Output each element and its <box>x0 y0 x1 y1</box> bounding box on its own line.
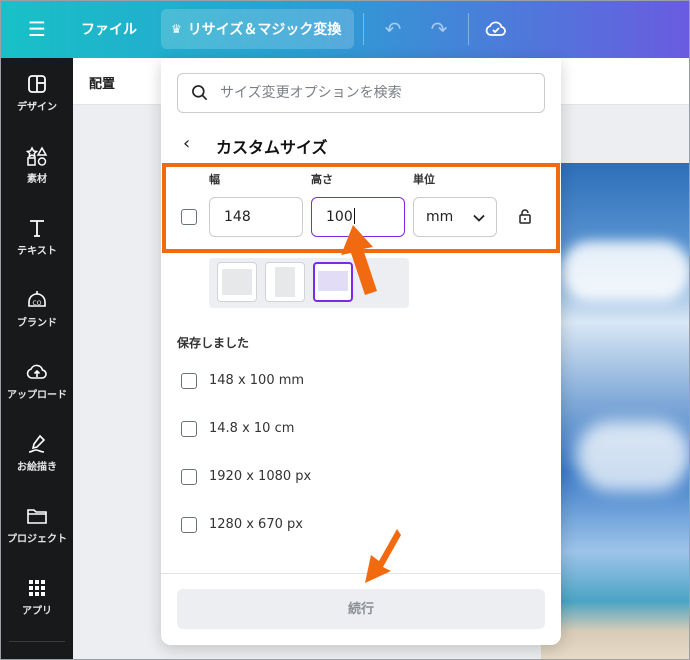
search-input[interactable] <box>220 85 540 101</box>
resize-magic-label: リサイズ＆マジック変換 <box>187 22 342 38</box>
list-item[interactable]: 148 x 100 mm <box>181 371 481 391</box>
file-menu-button[interactable]: ファイル <box>81 19 137 39</box>
panel-title: カスタムサイズ <box>216 138 328 157</box>
list-item[interactable]: 1280 x 670 px <box>181 515 481 535</box>
sidebar-item-label: お絵描き <box>17 462 57 473</box>
sidebar-item-apps[interactable]: アプリ <box>1 576 73 636</box>
sidebar-item-label: ブランド <box>17 318 57 329</box>
sidebar: デザイン 素材 テキスト CO ブランド アップロード お絵描き プロジェクト <box>1 58 73 659</box>
sidebar-item-label: デザイン <box>17 102 57 113</box>
preset-landscape[interactable] <box>217 262 257 302</box>
design-icon <box>28 75 46 93</box>
custom-size-checkbox[interactable] <box>181 209 197 225</box>
saved-size-checkbox[interactable] <box>181 373 197 389</box>
text-caret <box>353 208 355 224</box>
sidebar-divider <box>9 641 65 642</box>
apps-icon <box>29 580 45 596</box>
search-icon <box>192 85 208 101</box>
upload-icon <box>26 364 47 379</box>
crown-icon: ♛ <box>171 22 182 36</box>
unit-value: mm <box>426 209 454 225</box>
redo-icon[interactable]: ↷ <box>425 15 453 43</box>
annotation-arrow-icon <box>341 225 377 295</box>
back-chevron-icon[interactable]: ‹ <box>183 134 203 154</box>
sidebar-item-label: アップロード <box>7 390 67 401</box>
sidebar-item-label: 素材 <box>27 174 47 185</box>
sidebar-item-upload[interactable]: アップロード <box>1 360 73 420</box>
chevron-down-icon <box>472 198 486 236</box>
saved-size-checkbox[interactable] <box>181 517 197 533</box>
width-label: 幅 <box>209 173 220 186</box>
hamburger-icon[interactable]: ☰ <box>23 18 51 40</box>
sidebar-item-design[interactable]: デザイン <box>1 72 73 132</box>
folder-icon <box>27 509 47 524</box>
saved-size-label: 1280 x 670 px <box>209 517 303 532</box>
toolbar-divider <box>363 13 364 45</box>
resize-magic-button[interactable]: ♛ リサイズ＆マジック変換 <box>161 9 354 49</box>
position-button[interactable]: 配置 <box>89 73 115 92</box>
sidebar-item-label: アプリ <box>22 606 52 617</box>
sidebar-item-label: プロジェクト <box>7 534 67 545</box>
toolbar-divider <box>468 13 469 45</box>
sidebar-item-label: テキスト <box>17 246 57 257</box>
sidebar-item-elements[interactable]: 素材 <box>1 144 73 204</box>
continue-button[interactable]: 続行 <box>177 589 545 629</box>
cloud-check-icon[interactable] <box>482 15 510 43</box>
elements-icon <box>25 146 48 166</box>
search-box[interactable] <box>177 73 545 113</box>
design-photo[interactable] <box>541 163 689 659</box>
unit-select[interactable]: mm <box>413 197 497 237</box>
saved-size-label: 14.8 x 10 cm <box>209 421 295 436</box>
list-item[interactable]: 1920 x 1080 px <box>181 467 481 487</box>
lock-icon[interactable] <box>518 208 532 224</box>
height-label: 高さ <box>311 173 333 186</box>
undo-icon[interactable]: ↶ <box>379 15 407 43</box>
saved-size-checkbox[interactable] <box>181 421 197 437</box>
list-item[interactable]: 14.8 x 10 cm <box>181 419 481 439</box>
photo-cloud-detail <box>576 421 689 491</box>
width-input[interactable]: 148 <box>209 197 303 237</box>
brand-icon: CO <box>28 291 46 307</box>
saved-size-checkbox[interactable] <box>181 469 197 485</box>
draw-icon <box>28 434 46 453</box>
saved-section-title: 保存しました <box>177 336 250 350</box>
top-bar: ☰ ファイル ♛ リサイズ＆マジック変換 ↶ ↷ <box>1 1 689 58</box>
text-icon <box>30 220 44 237</box>
annotation-arrow-icon <box>365 529 401 583</box>
unit-label: 単位 <box>413 173 435 186</box>
svg-text:CO: CO <box>33 300 42 307</box>
sidebar-item-text[interactable]: テキスト <box>1 216 73 276</box>
sidebar-item-projects[interactable]: プロジェクト <box>1 504 73 564</box>
saved-size-label: 148 x 100 mm <box>209 373 305 388</box>
saved-size-label: 1920 x 1080 px <box>209 469 312 484</box>
sidebar-item-brand[interactable]: CO ブランド <box>1 288 73 348</box>
photo-cloud-detail <box>561 241 689 301</box>
preset-portrait[interactable] <box>265 262 305 302</box>
sidebar-item-draw[interactable]: お絵描き <box>1 432 73 492</box>
app-window: ☰ ファイル ♛ リサイズ＆マジック変換 ↶ ↷ デザイン 素材 テキスト CO… <box>0 0 690 660</box>
